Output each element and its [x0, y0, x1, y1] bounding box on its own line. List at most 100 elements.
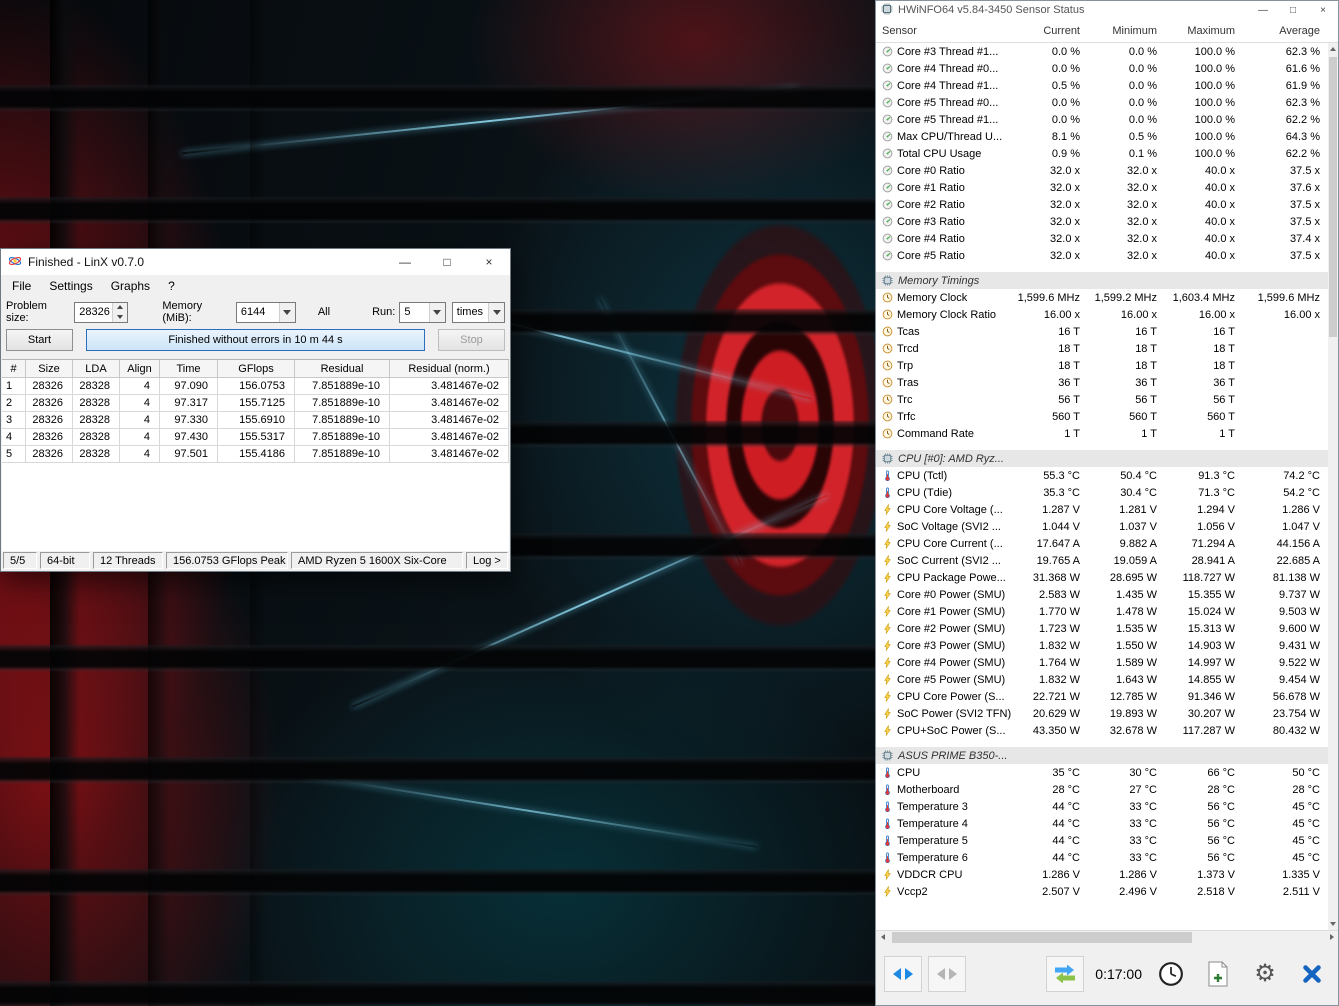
scroll-right-icon[interactable]	[1325, 931, 1338, 944]
close-sensors-button[interactable]	[1294, 955, 1330, 993]
sensor-row[interactable]: Core #1 Power (SMU) 1.770 W 1.478 W 15.024 …	[876, 603, 1328, 620]
sensor-row[interactable]: Core #2 Power (SMU) 1.723 W 1.535 W 15.313 …	[876, 620, 1328, 637]
vertical-scrollbar[interactable]	[1328, 43, 1338, 930]
sensor-row[interactable]: Memory Clock Ratio 16.00 x 16.00 x 16.00 x 1…	[876, 306, 1328, 323]
sensor-row[interactable]: Core #5 Thread #0... 0.0 % 0.0 % 100.0 % 62.…	[876, 94, 1328, 111]
sensor-row[interactable]: CPU Package Powe... 31.368 W 28.695 W 118.7…	[876, 569, 1328, 586]
sensor-row[interactable]: Max CPU/Thread U... 8.1 % 0.5 % 100.0 % 64.3…	[876, 128, 1328, 145]
logging-start-button[interactable]	[1200, 955, 1236, 993]
reset-values-button[interactable]	[1046, 956, 1085, 992]
nav-back-forward-button[interactable]	[884, 956, 922, 992]
sensor-row[interactable]: Vccp2 2.507 V 2.496 V 2.518 V 2.511 V	[876, 883, 1328, 900]
settings-button[interactable]: ⚙	[1247, 955, 1283, 993]
linx-close-button[interactable]: ×	[468, 249, 510, 275]
stop-button[interactable]: Stop	[438, 329, 505, 351]
sensor-row[interactable]: Core #2 Ratio 32.0 x 32.0 x 40.0 x 37.5 x	[876, 196, 1328, 213]
nav-back-forward-disabled-button[interactable]	[928, 956, 966, 992]
sensor-row[interactable]: Temperature 6 44 °C 33 °C 56 °C 45 °C	[876, 849, 1328, 866]
clock-button[interactable]	[1153, 955, 1189, 993]
sensor-value: 32.0 x	[1050, 232, 1080, 245]
sensor-row[interactable]: CPU Core Power (S... 22.721 W 12.785 W 91.3…	[876, 688, 1328, 705]
col-current[interactable]: Current	[1014, 25, 1080, 37]
linx-maximize-button[interactable]: □	[426, 249, 468, 275]
sensor-row[interactable]: Core #4 Ratio 32.0 x 32.0 x 40.0 x 37.4 x	[876, 230, 1328, 247]
hwinfo-close-button[interactable]: ×	[1308, 1, 1338, 19]
sensor-row[interactable]: Memory Clock 1,599.6 MHz 1,599.2 MHz 1,603.…	[876, 289, 1328, 306]
hwinfo-titlebar[interactable]: HWiNFO64 v5.84-3450 Sensor Status — □ ×	[876, 1, 1338, 19]
scroll-up-icon[interactable]	[1328, 43, 1338, 55]
result-cell: 3.481467e-02	[390, 446, 509, 462]
sensor-row[interactable]: Core #4 Thread #1... 0.5 % 0.0 % 100.0 % 61.…	[876, 77, 1328, 94]
scroll-left-icon[interactable]	[876, 931, 889, 944]
run-count-select[interactable]: 5	[399, 301, 446, 323]
memory-select[interactable]: 6144	[235, 301, 296, 323]
sensor-row[interactable]: SoC Current (SVI2 ... 19.765 A 19.059 A 28.…	[876, 552, 1328, 569]
sensor-row[interactable]: Motherboard 28 °C 27 °C 28 °C 28 °C	[876, 781, 1328, 798]
sensor-value: 37.5 x	[1290, 215, 1320, 228]
spinner-arrows-icon[interactable]	[112, 302, 128, 322]
sensor-row[interactable]: VDDCR CPU 1.286 V 1.286 V 1.373 V 1.335 V	[876, 866, 1328, 883]
sensor-row[interactable]: SoC Voltage (SVI2 ... 1.044 V 1.037 V 1.056…	[876, 518, 1328, 535]
sensor-row[interactable]: Trcd 18 T 18 T 18 T	[876, 340, 1328, 357]
sensor-label: Temperature 4	[897, 817, 968, 830]
menu-file[interactable]: File	[3, 279, 40, 293]
sensor-row[interactable]: SoC Power (SVI2 TFN) 20.629 W 19.893 W 30.2…	[876, 705, 1328, 722]
sensor-row[interactable]: Core #5 Power (SMU) 1.832 W 1.643 W 14.855 …	[876, 671, 1328, 688]
linx-titlebar[interactable]: Finished - LinX v0.7.0 — □ ×	[1, 249, 510, 275]
horizontal-scroll-thumb[interactable]	[892, 932, 1192, 943]
sensor-row[interactable]: Trfc 560 T 560 T 560 T	[876, 408, 1328, 425]
scroll-down-icon[interactable]	[1328, 918, 1338, 930]
log-toggle-button[interactable]: Log >	[466, 552, 508, 569]
sensor-row[interactable]: Temperature 3 44 °C 33 °C 56 °C 45 °C	[876, 798, 1328, 815]
sensor-label: SoC Current (SVI2 ...	[897, 554, 1001, 567]
sensor-value: 40.0 x	[1205, 164, 1235, 177]
start-button[interactable]: Start	[6, 329, 73, 351]
sensor-value: 31.368 W	[1032, 571, 1080, 584]
col-sensor[interactable]: Sensor	[882, 25, 1014, 37]
desktop: Finished - LinX v0.7.0 — □ × File Settin…	[0, 0, 1339, 1006]
linx-minimize-button[interactable]: —	[384, 249, 426, 275]
sensor-row[interactable]: Core #3 Thread #1... 0.0 % 0.0 % 100.0 % 62.…	[876, 43, 1328, 60]
vertical-scroll-thumb[interactable]	[1329, 57, 1337, 337]
col-maximum[interactable]: Maximum	[1157, 25, 1235, 37]
sensor-row[interactable]: CPU+SoC Power (S... 43.350 W 32.678 W 117.2…	[876, 722, 1328, 739]
sensor-row[interactable]: Core #1 Ratio 32.0 x 32.0 x 40.0 x 37.6 x	[876, 179, 1328, 196]
sensor-row[interactable]: Core #3 Power (SMU) 1.832 W 1.550 W 14.903 …	[876, 637, 1328, 654]
hwinfo-minimize-button[interactable]: —	[1248, 1, 1278, 19]
sensor-value: 71.3 °C	[1198, 486, 1235, 499]
chevron-down-icon[interactable]	[278, 302, 295, 322]
sensor-row[interactable]: Temperature 5 44 °C 33 °C 56 °C 45 °C	[876, 832, 1328, 849]
sensor-row[interactable]: Core #4 Power (SMU) 1.764 W 1.589 W 14.997 …	[876, 654, 1328, 671]
sensor-row[interactable]: Trc 56 T 56 T 56 T	[876, 391, 1328, 408]
menu-help[interactable]: ?	[159, 279, 184, 293]
clock-icon	[880, 292, 895, 303]
col-minimum[interactable]: Minimum	[1080, 25, 1157, 37]
all-memory-button[interactable]: All	[318, 306, 330, 318]
menu-graphs[interactable]: Graphs	[102, 279, 159, 293]
chevron-down-icon[interactable]	[488, 302, 504, 322]
sensor-row[interactable]: Core #5 Thread #1... 0.0 % 0.0 % 100.0 % 62.…	[876, 111, 1328, 128]
sensor-row[interactable]: Core #0 Ratio 32.0 x 32.0 x 40.0 x 37.5 x	[876, 162, 1328, 179]
sensor-row[interactable]: Tras 36 T 36 T 36 T	[876, 374, 1328, 391]
horizontal-scrollbar[interactable]	[876, 930, 1338, 943]
problem-size-spinner[interactable]: 28326	[74, 301, 129, 323]
sensor-row[interactable]: CPU (Tdie) 35.3 °C 30.4 °C 71.3 °C 54.2 °C	[876, 484, 1328, 501]
sensor-row[interactable]: Core #0 Power (SMU) 2.583 W 1.435 W 15.355 …	[876, 586, 1328, 603]
menu-settings[interactable]: Settings	[40, 279, 101, 293]
chevron-down-icon[interactable]	[428, 302, 445, 322]
sensor-row[interactable]: CPU 35 °C 30 °C 66 °C 50 °C	[876, 764, 1328, 781]
sensor-row[interactable]: Core #3 Ratio 32.0 x 32.0 x 40.0 x 37.5 x	[876, 213, 1328, 230]
sensor-row[interactable]: Core #5 Ratio 32.0 x 32.0 x 40.0 x 37.5 x	[876, 247, 1328, 264]
sensor-row[interactable]: Total CPU Usage 0.9 % 0.1 % 100.0 % 62.2 %	[876, 145, 1328, 162]
hwinfo-maximize-button[interactable]: □	[1278, 1, 1308, 19]
sensor-row[interactable]: CPU Core Current (... 17.647 A 9.882 A 71.2…	[876, 535, 1328, 552]
sensor-row[interactable]: Tcas 16 T 16 T 16 T	[876, 323, 1328, 340]
sensor-row[interactable]: Temperature 4 44 °C 33 °C 56 °C 45 °C	[876, 815, 1328, 832]
sensor-row[interactable]: Core #4 Thread #0... 0.0 % 0.0 % 100.0 % 61.…	[876, 60, 1328, 77]
run-units-select[interactable]: times	[451, 301, 505, 323]
sensor-row[interactable]: Command Rate 1 T 1 T 1 T	[876, 425, 1328, 442]
col-average[interactable]: Average	[1235, 25, 1320, 37]
sensor-row[interactable]: CPU Core Voltage (... 1.287 V 1.281 V 1.294…	[876, 501, 1328, 518]
sensor-row[interactable]: CPU (Tctl) 55.3 °C 50.4 °C 91.3 °C 74.2 °C	[876, 467, 1328, 484]
sensor-row[interactable]: Trp 18 T 18 T 18 T	[876, 357, 1328, 374]
